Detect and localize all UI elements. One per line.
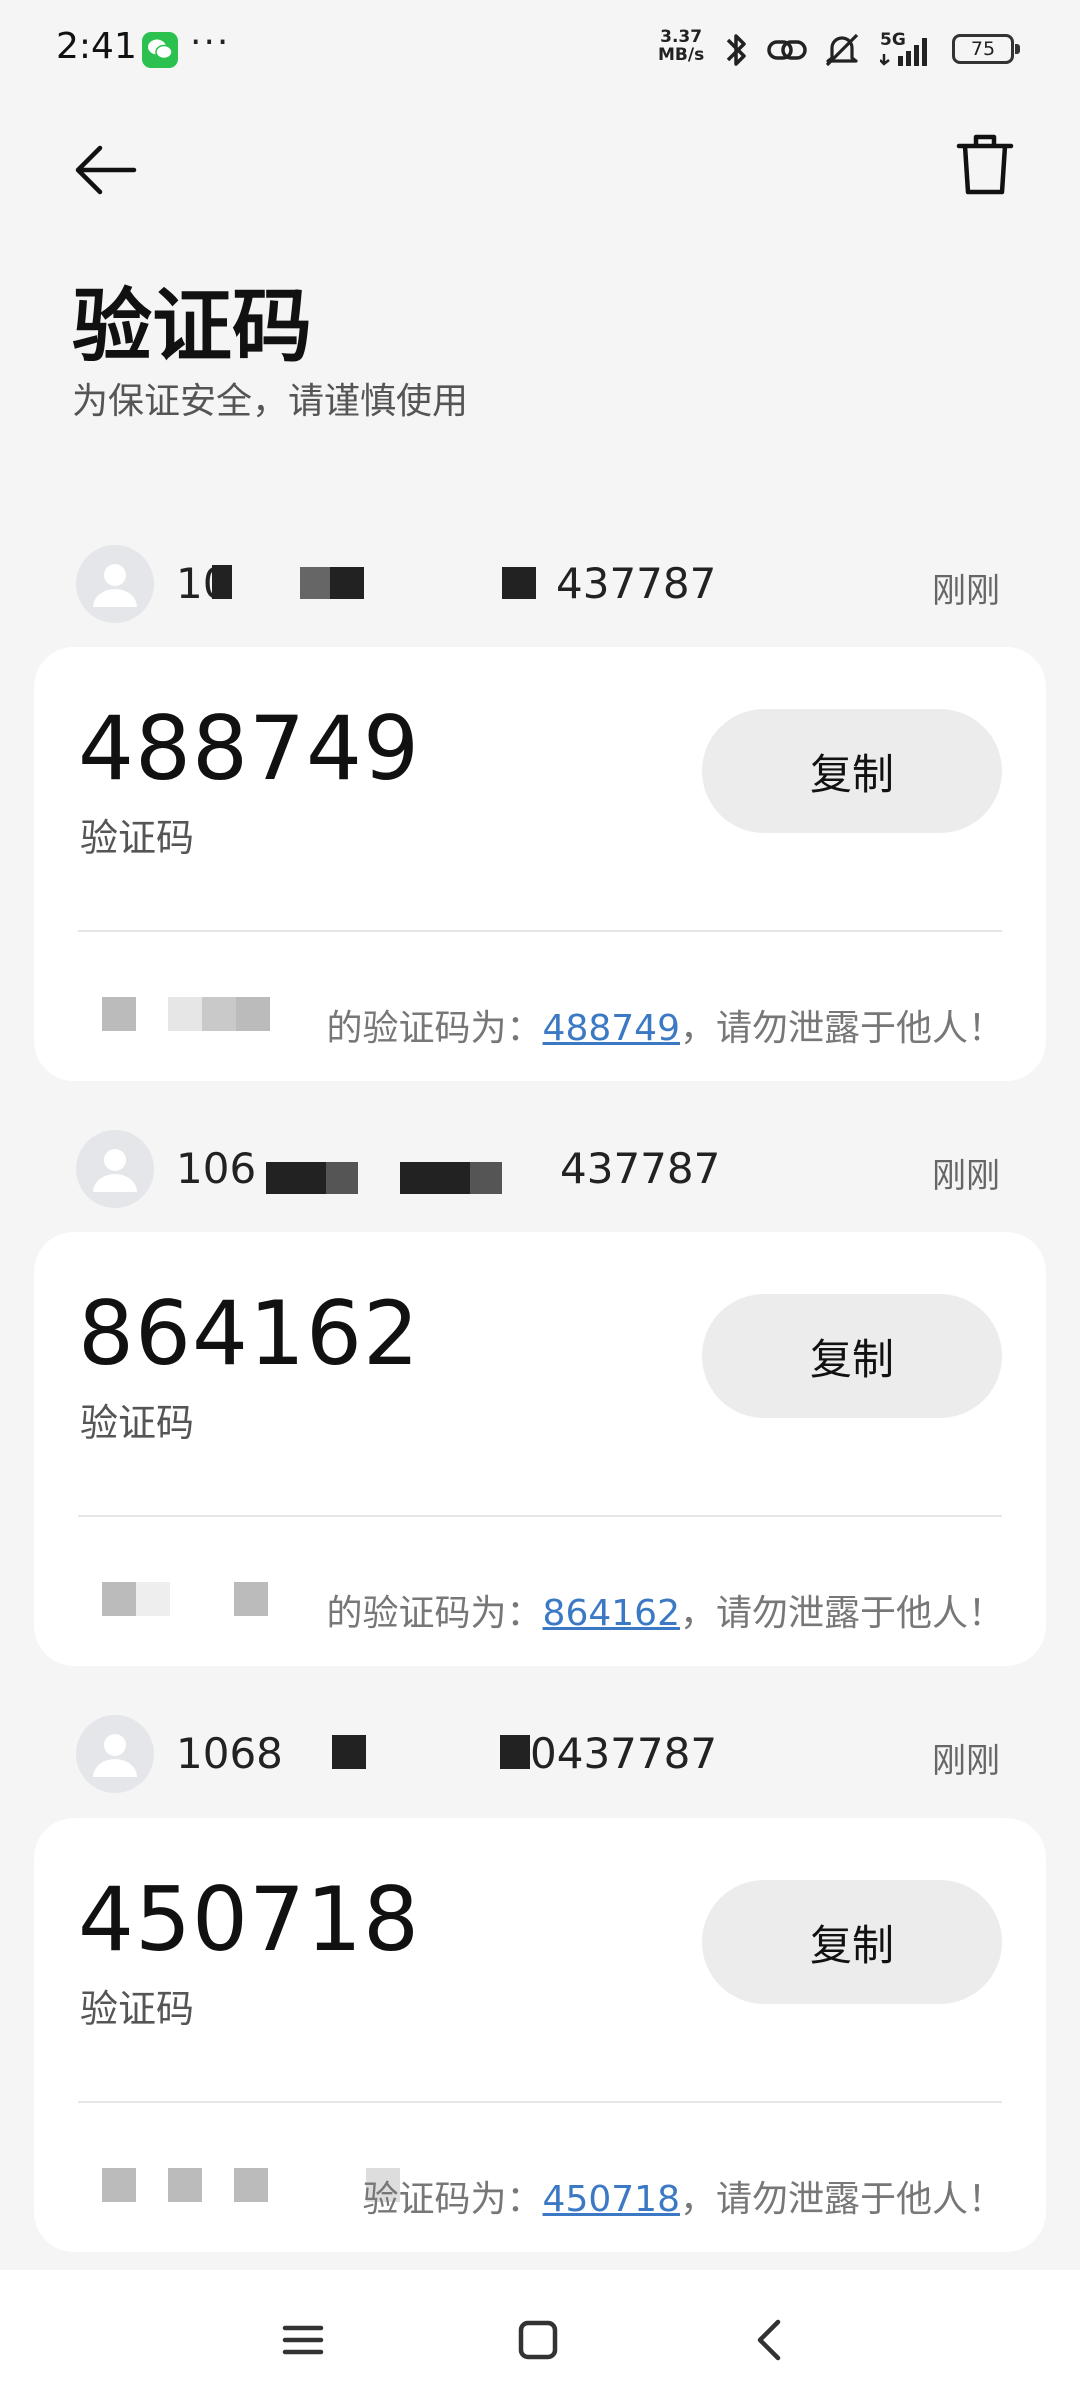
more-notifications-icon: ··· <box>190 22 231 63</box>
person-icon <box>93 564 137 607</box>
copy-button[interactable]: 复制 <box>702 709 1002 833</box>
link-icon <box>767 40 807 60</box>
redaction-mask <box>212 537 552 627</box>
wechat-notification-icon <box>142 32 178 68</box>
avatar <box>76 545 154 623</box>
status-bar: 2:41 ··· 3.37 MB/s 5G 75 <box>0 0 1080 100</box>
sender-number: 1068 <box>176 1729 283 1778</box>
sender-number-tail: 437787 <box>560 1144 721 1193</box>
verification-code[interactable]: 488749 <box>78 697 420 800</box>
battery-level: 75 <box>970 38 996 60</box>
person-icon <box>93 1734 137 1777</box>
sender-row[interactable]: 1068 0437787 刚刚 <box>0 1707 1080 1797</box>
sender-number-tail: 0437787 <box>530 1729 718 1778</box>
battery-icon: 75 <box>952 34 1020 64</box>
speed-unit: MB/s <box>658 45 705 65</box>
page-title: 验证码 <box>72 280 312 373</box>
delete-button[interactable] <box>955 132 1025 204</box>
message-prefix: 验证码为： <box>362 2179 543 2220</box>
divider <box>78 930 1002 932</box>
back-icon <box>757 2319 781 2361</box>
speed-value: 3.37 <box>660 27 703 47</box>
network-speed: 3.37 MB/s <box>658 28 704 64</box>
message-suffix: ，请勿泄露于他人！ <box>679 1008 1004 1049</box>
message-prefix: 的验证码为： <box>326 1593 543 1634</box>
copy-button[interactable]: 复制 <box>702 1880 1002 2004</box>
back-button[interactable] <box>70 135 150 205</box>
person-icon <box>93 1149 137 1192</box>
sender-number: 106 <box>176 1144 257 1193</box>
redaction-mask <box>290 1707 530 1797</box>
verification-code[interactable]: 450718 <box>78 1868 420 1971</box>
message-time: 刚刚 <box>932 1156 1000 1196</box>
divider <box>78 2101 1002 2103</box>
home-button[interactable] <box>508 2310 568 2370</box>
code-label: 验证码 <box>80 1401 195 1445</box>
back-nav-button[interactable] <box>740 2310 800 2370</box>
status-time: 2:41 <box>56 26 137 67</box>
menu-icon <box>282 2325 324 2355</box>
recents-button[interactable] <box>273 2310 333 2370</box>
copy-button[interactable]: 复制 <box>702 1294 1002 1418</box>
message-suffix: ，请勿泄露于他人！ <box>679 1593 1004 1634</box>
verification-code[interactable]: 864162 <box>78 1282 420 1385</box>
page-subtitle: 为保证安全，请谨慎使用 <box>72 381 469 422</box>
trash-icon <box>956 134 1014 195</box>
sender-row[interactable]: 10 437787 刚刚 <box>0 537 1080 627</box>
signal-icon <box>880 38 927 66</box>
code-label: 验证码 <box>80 1987 195 2031</box>
message-prefix: 的验证码为： <box>326 1008 543 1049</box>
message-time: 刚刚 <box>932 571 1000 611</box>
message-code-link[interactable]: 864162 <box>543 1593 680 1634</box>
redaction-mask <box>262 1122 562 1212</box>
verification-codes-page: 2:41 ··· 3.37 MB/s 5G 75 验证码 为保证安全，请谨慎使用… <box>0 0 1080 2400</box>
code-card: 864162 验证码 复制 的验证码为：864162，请勿泄露于他人！ <box>34 1232 1046 1666</box>
mute-bell-icon <box>825 33 859 67</box>
home-icon <box>518 2320 558 2360</box>
arrow-left-icon <box>75 145 137 195</box>
message-suffix: ，请勿泄露于他人！ <box>679 2179 1004 2220</box>
sender-row[interactable]: 106 437787 刚刚 <box>0 1122 1080 1212</box>
system-nav-bar <box>0 2270 1080 2400</box>
code-card: 488749 验证码 复制 的验证码为：488749，请勿泄露于他人！ <box>34 647 1046 1081</box>
message-body[interactable]: 验证码为：450718，请勿泄露于他人！ <box>363 2170 1004 2222</box>
code-card: 450718 验证码 复制 验证码为：450718，请勿泄露于他人！ <box>34 1818 1046 2252</box>
avatar <box>76 1715 154 1793</box>
divider <box>78 1515 1002 1517</box>
message-body[interactable]: 的验证码为：864162，请勿泄露于他人！ <box>327 1584 1004 1636</box>
message-code-link[interactable]: 488749 <box>543 1008 680 1049</box>
avatar <box>76 1130 154 1208</box>
message-code-link[interactable]: 450718 <box>543 2179 680 2220</box>
message-time: 刚刚 <box>932 1741 1000 1781</box>
message-body[interactable]: 的验证码为：488749，请勿泄露于他人！ <box>327 999 1004 1051</box>
sender-number-tail: 437787 <box>556 559 717 608</box>
code-label: 验证码 <box>80 816 195 860</box>
bluetooth-icon <box>726 34 746 66</box>
